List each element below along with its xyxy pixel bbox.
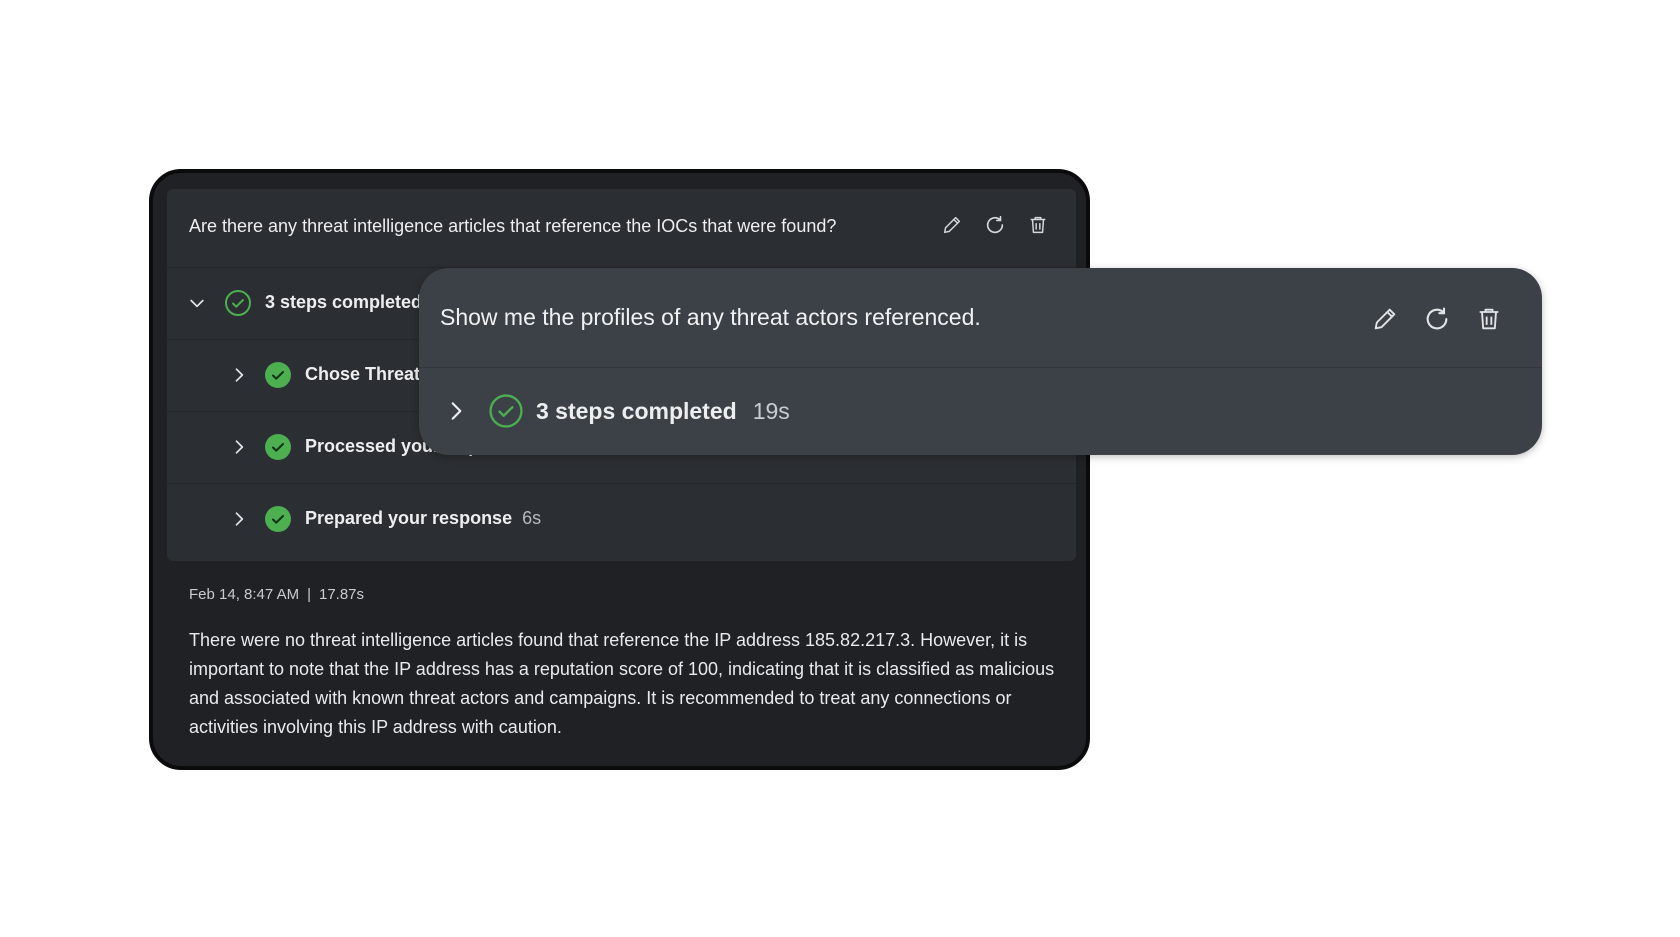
refresh-icon[interactable]	[1420, 302, 1454, 336]
steps-summary-label: 3 steps completed 19s	[536, 398, 790, 425]
steps-summary-text: 3 steps completed	[265, 292, 423, 312]
stage: Are there any threat intelligence articl…	[0, 0, 1680, 937]
chevron-right-icon[interactable]	[225, 505, 253, 533]
step-label: Chose Threat	[305, 364, 420, 385]
step-label-text: Chose Threat	[305, 364, 421, 384]
step-duration: 6s	[522, 508, 542, 528]
check-circle-icon	[263, 360, 293, 390]
trash-icon[interactable]	[1024, 211, 1052, 239]
chevron-right-icon[interactable]	[439, 394, 473, 428]
user-question-row: Are there any threat intelligence articl…	[167, 189, 1076, 268]
trash-icon[interactable]	[1472, 302, 1506, 336]
response-meta: Feb 14, 8:47 AM | 17.87s	[189, 586, 364, 603]
response-elapsed: 17.87s	[318, 586, 365, 603]
step-label: Prepared your response 6s	[305, 508, 541, 529]
step-row[interactable]: Prepared your response 6s	[167, 484, 1076, 555]
chevron-right-icon[interactable]	[225, 361, 253, 389]
check-circle-icon	[223, 288, 253, 318]
chat-turn-card-front: Show me the profiles of any threat actor…	[419, 268, 1542, 455]
question-actions	[938, 211, 1052, 239]
assistant-answer-text: There were no threat intelligence articl…	[189, 630, 1055, 737]
user-question-text: Show me the profiles of any threat actor…	[440, 304, 981, 330]
user-question-text: Are there any threat intelligence articl…	[189, 216, 837, 236]
refresh-icon[interactable]	[981, 211, 1009, 239]
step-label-text: Prepared your response	[305, 508, 513, 528]
check-circle-icon	[263, 432, 293, 462]
steps-summary-duration: 19s	[752, 398, 790, 424]
steps-summary-text: 3 steps completed	[536, 398, 737, 424]
check-circle-icon	[263, 504, 293, 534]
pencil-icon[interactable]	[1368, 302, 1402, 336]
user-question-row: Show me the profiles of any threat actor…	[419, 268, 1542, 368]
steps-summary-row[interactable]: 3 steps completed 19s	[419, 368, 1542, 455]
response-timestamp: Feb 14, 8:47 AM	[189, 586, 300, 603]
steps-summary-label: 3 steps completed	[265, 292, 422, 313]
pencil-icon[interactable]	[938, 211, 966, 239]
chevron-right-icon[interactable]	[225, 433, 253, 461]
meta-separator: |	[307, 586, 311, 603]
chat-turn-card: Are there any threat intelligence articl…	[149, 169, 1090, 770]
check-circle-icon	[487, 392, 525, 430]
question-actions	[1368, 302, 1506, 336]
chevron-down-icon[interactable]	[183, 289, 211, 317]
